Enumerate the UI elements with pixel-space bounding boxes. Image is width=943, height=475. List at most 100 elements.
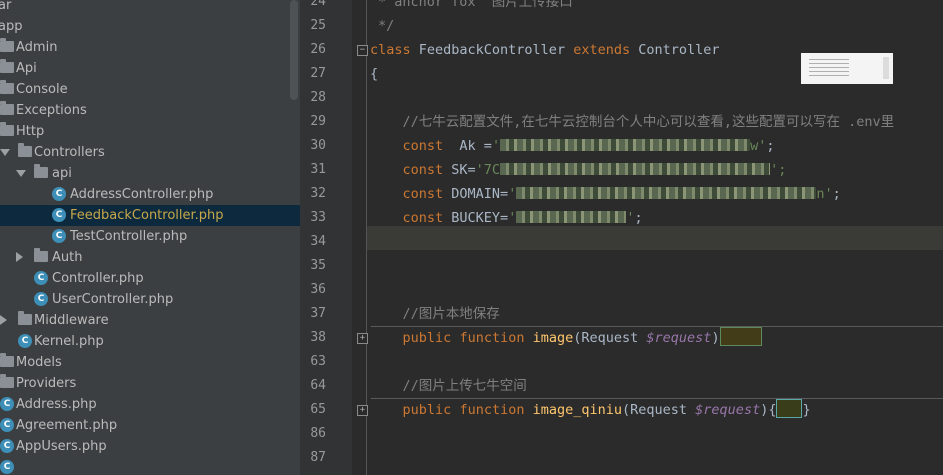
tree-scrollbar[interactable] [290, 0, 298, 100]
code-line[interactable]: public function image_qiniu(Request $req… [370, 398, 811, 422]
const-name: DOMAIN= [443, 186, 509, 202]
keyword-public: public [402, 330, 452, 346]
code-line[interactable]: const BUCKEY=' '; [370, 206, 643, 230]
code-line[interactable]: //图片本地保存 [370, 302, 500, 326]
folder-icon [0, 38, 14, 52]
keyword-const: const [402, 138, 444, 154]
paren: ){ [760, 402, 777, 418]
variable: $request [646, 330, 712, 346]
tree-item-label: AppUsers.php [16, 439, 107, 454]
tree-item-auth[interactable]: Auth [0, 247, 300, 268]
brace: { [370, 66, 379, 82]
code-line[interactable]: * anchor fox 图片上传接口 [370, 0, 573, 14]
tree-item-address-php[interactable]: C Address.php [0, 394, 300, 415]
folder-icon [0, 122, 14, 136]
tree-item-addresscontroller-php[interactable]: C AddressController.php [0, 184, 300, 205]
tree-item-admin[interactable]: Admin [0, 37, 300, 58]
tree-item-label: TestController.php [70, 229, 188, 244]
tree-item-api[interactable]: api [0, 163, 300, 184]
chevron-down-icon[interactable] [16, 170, 26, 177]
keyword-function: function [459, 330, 525, 346]
collapse-fold-icon[interactable]: − [357, 45, 368, 56]
tree-item-providers[interactable]: Providers [0, 373, 300, 394]
chevron-right-icon[interactable] [0, 315, 7, 325]
tree-item-exceptions[interactable]: Exceptions [0, 100, 300, 121]
tree-item-usercontroller-php[interactable]: C UserController.php [0, 289, 300, 310]
line-number: 36 [310, 282, 326, 297]
tree-item-label: Controller.php [52, 271, 144, 286]
string: ' [508, 186, 517, 202]
redacted-text [516, 211, 627, 223]
tree-item-controllers[interactable]: Controllers [0, 142, 300, 163]
tree-item-label: AddressController.php [70, 187, 214, 202]
tree-item-label: ar [0, 0, 12, 13]
tree-item-middleware[interactable]: Middleware [0, 310, 300, 331]
code-line[interactable]: //七牛云配置文件,在七牛云控制台个人中心可以查看,这些配置可以写在 .env里 [370, 110, 895, 134]
tree-item-appusers-php[interactable]: C AppUsers.php [0, 436, 300, 457]
code-line[interactable]: class FeedbackController extends Control… [370, 38, 720, 62]
code-line[interactable]: const Ak =' w'; [370, 134, 775, 158]
line-number: 24 [310, 0, 326, 9]
php-class-icon: C [52, 229, 66, 243]
method-name squig: image_qiniu [532, 402, 623, 418]
chevron-right-icon[interactable] [16, 252, 23, 262]
folder-icon [0, 59, 14, 73]
tree-item-api[interactable]: Api [0, 58, 300, 79]
tree-item-agreement-php[interactable]: C Agreement.php [0, 415, 300, 436]
tree-item-label: Providers [16, 376, 77, 391]
tree-item-ar[interactable]: ar [0, 0, 300, 16]
doc-comment: * [378, 0, 395, 10]
tree-item-app[interactable]: app [0, 16, 300, 37]
folder-icon [34, 248, 48, 262]
code-line[interactable]: const DOMAIN=' n'; [370, 182, 841, 206]
line-number: 32 [310, 186, 326, 201]
chevron-down-icon[interactable] [0, 149, 10, 156]
php-class-icon: C [0, 460, 14, 474]
tree-item-console[interactable]: Console [0, 79, 300, 100]
string: n' [816, 186, 833, 202]
php-class-icon: C [52, 187, 66, 201]
tree-item-http[interactable]: Http [0, 121, 300, 142]
redacted-text [500, 139, 751, 151]
php-class-icon: C [52, 208, 66, 222]
folded-code-block[interactable] [776, 399, 803, 418]
tree-item-label: api [52, 166, 72, 181]
keyword-extends: extends [573, 42, 631, 58]
semicolon: ; [832, 186, 841, 202]
code-line[interactable]: //图片上传七牛空间 [370, 374, 527, 398]
code-line[interactable]: */ [370, 14, 394, 38]
keyword-const: const [402, 162, 444, 178]
class-name: FeedbackController [410, 42, 574, 58]
keyword-public: public [402, 402, 452, 418]
tree-item-label: Models [16, 355, 62, 370]
const-name: Ak = [443, 138, 492, 154]
folder-icon [0, 80, 14, 94]
string: w' [750, 138, 767, 154]
tree-item-kernel-php[interactable]: C Kernel.php [0, 331, 300, 352]
expand-fold-icon[interactable]: + [357, 333, 368, 344]
code-line[interactable]: public function image(Request $request) [370, 326, 762, 350]
variable: $request [695, 402, 761, 418]
redacted-text [516, 187, 817, 199]
tree-item-controller-php[interactable]: C Controller.php [0, 268, 300, 289]
tree-item-label: FeedbackController.php [70, 208, 224, 223]
expand-fold-icon[interactable]: + [357, 405, 368, 416]
tree-item-label: Auth [52, 250, 83, 265]
tree-item-models[interactable]: Models [0, 352, 300, 373]
folded-code-block[interactable] [719, 327, 762, 346]
code-line[interactable]: const SK='7C '; [370, 158, 787, 182]
tree-item-testcontroller-php[interactable]: C TestController.php [0, 226, 300, 247]
folder-icon [34, 164, 48, 178]
string: ' [491, 138, 501, 154]
brace: } [802, 402, 811, 418]
params: (Request [573, 330, 647, 346]
folder-icon [0, 353, 14, 367]
code-line[interactable]: { [370, 62, 378, 86]
comment: //七牛云配置文件,在七牛云控制台个人中心可以查看,这些配置可以写在 .env里 [402, 114, 895, 130]
tree-item-label: Middleware [34, 313, 109, 328]
tree-item-feedbackcontroller-php[interactable]: C FeedbackController.php [0, 205, 300, 226]
tree-item-partial[interactable]: C [0, 457, 300, 475]
line-number: 86 [310, 426, 326, 441]
line-number: 25 [310, 18, 326, 33]
comment: //图片本地保存 [402, 306, 500, 322]
